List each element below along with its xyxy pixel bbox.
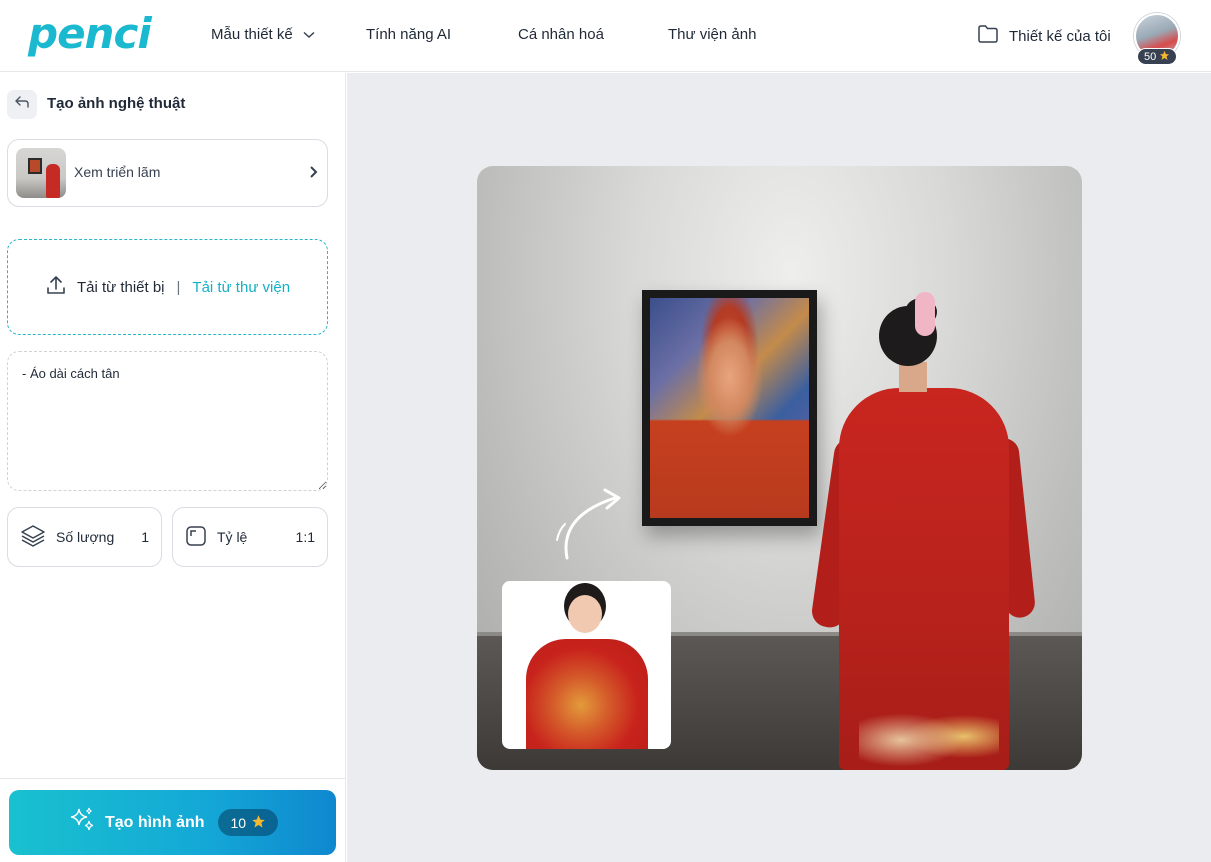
upload-icon <box>45 274 67 300</box>
exhibition-label: Xem triển lãm <box>74 164 161 180</box>
sparkle-icon <box>67 805 97 840</box>
nav-templates[interactable]: Mẫu thiết kế <box>211 25 315 45</box>
back-arrow-icon <box>14 95 30 114</box>
star-icon <box>251 814 266 832</box>
curved-arrow-icon <box>556 488 621 560</box>
my-designs-link[interactable]: Thiết kế của tôi <box>977 24 1111 48</box>
nav-photo-library[interactable]: Thư viện ảnh <box>668 25 756 45</box>
credit-badge: 50 <box>1137 48 1178 65</box>
upload-separator: | <box>176 278 181 296</box>
my-designs-label: Thiết kế của tôi <box>1009 27 1111 45</box>
upload-from-library[interactable]: Tải từ thư viện <box>192 279 290 296</box>
exhibition-thumbnail <box>16 148 66 198</box>
reference-photo <box>502 581 671 749</box>
view-exhibition-card[interactable]: Xem triển lãm <box>7 139 328 207</box>
quantity-value: 1 <box>141 529 149 545</box>
upload-device-label: Tải từ thiết bị <box>76 278 165 296</box>
nav-templates-label: Mẫu thiết kế <box>211 26 293 43</box>
panel-title: Tạo ảnh nghệ thuật <box>47 95 186 112</box>
generate-cost-badge: 10 <box>218 809 279 836</box>
chevron-down-icon <box>303 25 315 45</box>
star-icon <box>1159 50 1170 64</box>
upload-dropzone[interactable]: Tải từ thiết bị | Tải từ thư viện <box>7 239 328 335</box>
aspect-ratio-selector[interactable]: Tỷ lệ 1:1 <box>172 507 328 567</box>
nav-ai-features[interactable]: Tính năng AI <box>366 25 451 45</box>
back-button[interactable] <box>7 90 37 119</box>
quantity-selector[interactable]: Số lượng 1 <box>7 507 162 567</box>
sample-preview-image <box>477 166 1082 770</box>
folder-icon <box>977 24 999 48</box>
penci-logo[interactable]: penci <box>28 10 152 58</box>
left-panel: Tạo ảnh nghệ thuật Xem triển lãm Tải từ … <box>0 73 346 862</box>
generate-label: Tạo hình ảnh <box>104 813 205 831</box>
generate-image-button[interactable]: Tạo hình ảnh 10 <box>9 790 336 855</box>
nav-personalize[interactable]: Cá nhân hoá <box>518 25 604 45</box>
chevron-right-icon <box>309 165 319 184</box>
layers-icon <box>20 524 46 551</box>
woman-in-ao-dai <box>809 292 1037 770</box>
quantity-label: Số lượng <box>56 529 115 545</box>
aspect-ratio-label: Tỷ lệ <box>217 529 248 545</box>
upload-from-device[interactable]: Tải từ thiết bị <box>45 274 165 300</box>
prompt-textarea[interactable]: - Áo dài cách tân <box>7 351 328 491</box>
gallery-painting <box>642 290 817 526</box>
preview-area <box>347 73 1211 862</box>
panel-footer: Tạo hình ảnh 10 <box>0 778 346 862</box>
aspect-ratio-value: 1:1 <box>295 529 315 545</box>
generate-cost: 10 <box>230 814 247 831</box>
credit-count: 50 <box>1144 50 1157 63</box>
aspect-ratio-icon <box>185 525 207 550</box>
top-header: penci Mẫu thiết kế Tính năng AI Cá nhân … <box>0 0 1211 72</box>
